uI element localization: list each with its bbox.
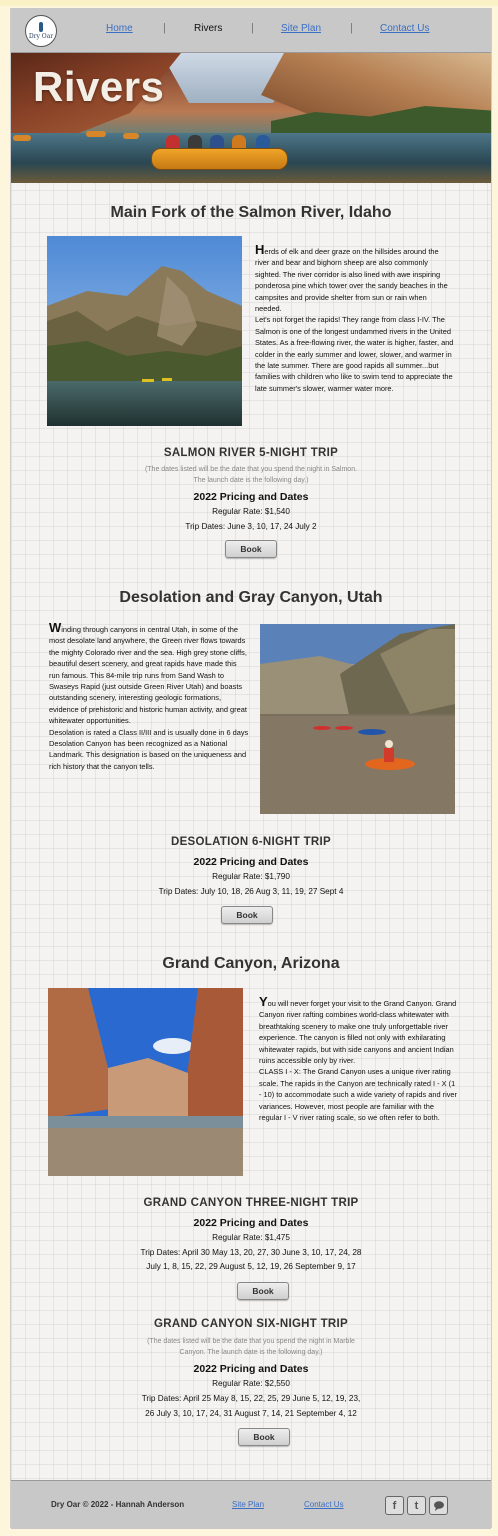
grand-six-night-dates-1: Trip Dates: April 25 May 8, 15, 22, 25, … <box>141 1394 361 1403</box>
salmon-trip-title: SALMON RIVER 5-NIGHT TRIP <box>163 447 339 459</box>
hero-small-raft <box>86 131 106 137</box>
salmon-regular-rate: Regular Rate: $1,540 <box>212 507 290 516</box>
salmon-book-button[interactable]: Book <box>225 540 277 558</box>
logo-text: Dry Oar <box>28 33 54 40</box>
grand-canyon-paragraph-1: ou will never forget your visit to the G… <box>259 999 457 1066</box>
salmon-pricing-heading: 2022 Pricing and Dates <box>193 491 309 503</box>
grand-canyon-paragraph-2: CLASS I - X: The Grand Canyon uses a uni… <box>259 1067 457 1123</box>
nav-bar: Dry Oar Home | Rivers | Site Plan | Cont… <box>11 8 491 53</box>
grand-six-night-pricing: 2022 Pricing and Dates <box>193 1363 309 1375</box>
grand-three-night-title: GRAND CANYON THREE-NIGHT TRIP <box>143 1197 359 1209</box>
desolation-paragraph-2: Desolation is rated a Class II/III and i… <box>49 727 249 737</box>
nav-rivers-current[interactable]: Rivers <box>194 23 222 34</box>
salmon-description: Herds of elk and deer graze on the hills… <box>255 242 455 394</box>
desolation-paragraph-3: Desolation Canyon has been recognized as… <box>49 739 247 771</box>
desolation-trip-dates: Trip Dates: July 10, 18, 26 Aug 3, 11, 1… <box>158 887 344 896</box>
hero-banner: Rivers <box>11 53 491 183</box>
top-strip <box>0 0 498 6</box>
footer: Dry Oar © 2022 - Hannah Anderson Site Pl… <box>11 1480 491 1529</box>
salmon-heading: Main Fork of the Salmon River, Idaho <box>110 204 392 221</box>
grand-canyon-dropcap: Y <box>259 994 268 1009</box>
nav-separator: | <box>350 22 353 34</box>
footer-copyright: Dry Oar © 2022 - Hannah Anderson <box>51 1500 185 1509</box>
desolation-book-button[interactable]: Book <box>221 906 273 924</box>
desolation-regular-rate: Regular Rate: $1,790 <box>212 872 290 881</box>
nav-contact-link[interactable]: Contact Us <box>380 23 429 34</box>
footer-site-plan-link[interactable]: Site Plan <box>232 1500 264 1509</box>
hero-small-raft <box>123 133 139 139</box>
footer-contact-link[interactable]: Contact Us <box>304 1500 344 1509</box>
hero-small-raft <box>13 135 31 141</box>
hero-title: Rivers <box>33 63 165 110</box>
nav-separator: | <box>251 22 254 34</box>
grand-three-night-book-button[interactable]: Book <box>237 1282 289 1300</box>
nav-home-link[interactable]: Home <box>106 23 133 34</box>
grand-six-night-book-button[interactable]: Book <box>238 1428 290 1446</box>
hero-raft <box>151 148 288 170</box>
grand-canyon-heading: Grand Canyon, Arizona <box>162 955 340 972</box>
chat-icon[interactable] <box>429 1496 448 1515</box>
salmon-trip-dates: Trip Dates: June 3, 10, 17, 24 July 2 <box>185 522 317 531</box>
grand-canyon-description: You will never forget your visit to the … <box>259 994 457 1123</box>
salmon-paragraph-2: Let's not forget the rapids! They range … <box>255 315 454 393</box>
desolation-pricing-heading: 2022 Pricing and Dates <box>193 856 309 868</box>
nav-separator: | <box>163 22 166 34</box>
salmon-photo <box>47 236 242 426</box>
nav-site-plan-link[interactable]: Site Plan <box>281 23 321 34</box>
salmon-paragraph-1: erds of elk and deer graze on the hillsi… <box>255 247 448 314</box>
grand-three-night-rate: Regular Rate: $1,475 <box>212 1233 290 1242</box>
paddle-icon <box>39 22 43 32</box>
desolation-heading: Desolation and Gray Canyon, Utah <box>119 589 383 606</box>
desolation-dropcap: W <box>49 620 62 635</box>
desolation-photo <box>260 624 455 814</box>
grand-six-night-dates-2: 26 July 3, 10, 17, 24, 31 August 7, 14, … <box>145 1409 357 1418</box>
grand-six-night-note: (The dates listed will be the date that … <box>147 1338 355 1356</box>
page: Dry Oar Home | Rivers | Site Plan | Cont… <box>10 8 492 1529</box>
grand-six-night-rate: Regular Rate: $2,550 <box>212 1379 290 1388</box>
logo[interactable]: Dry Oar <box>25 15 57 47</box>
desolation-description: Winding through canyons in central Utah,… <box>49 620 249 772</box>
grand-three-night-dates-2: July 1, 8, 15, 22, 29 August 5, 12, 19, … <box>146 1262 356 1271</box>
salmon-dropcap: H <box>255 242 265 257</box>
grand-three-night-pricing: 2022 Pricing and Dates <box>193 1217 309 1229</box>
salmon-trip-note: (The dates listed will be the date that … <box>144 466 358 484</box>
grand-canyon-photo <box>48 988 243 1176</box>
twitter-icon[interactable]: t <box>407 1496 426 1515</box>
facebook-icon[interactable]: f <box>385 1496 404 1515</box>
grand-three-night-dates-1: Trip Dates: April 30 May 13, 20, 27, 30 … <box>140 1248 362 1257</box>
desolation-trip-title: DESOLATION 6-NIGHT TRIP <box>170 836 332 848</box>
desolation-paragraph-1: inding through canyons in central Utah, … <box>49 625 247 726</box>
grand-six-night-title: GRAND CANYON SIX-NIGHT TRIP <box>153 1318 349 1330</box>
